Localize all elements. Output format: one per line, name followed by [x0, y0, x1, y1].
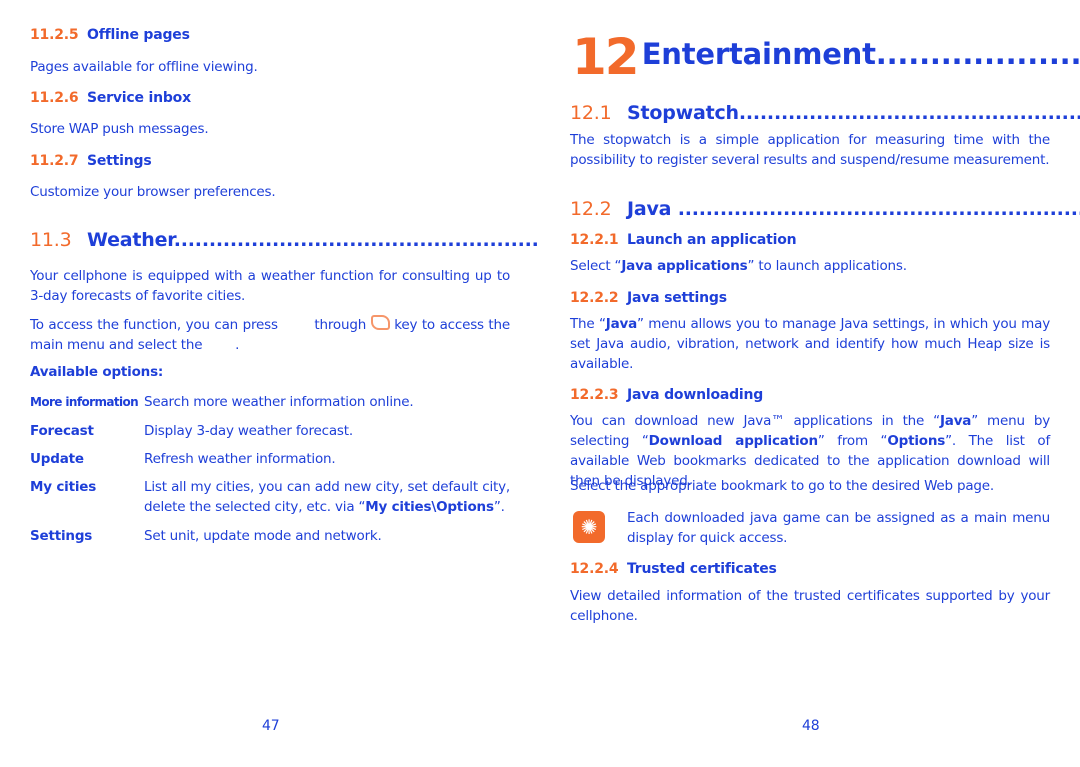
- tip-text: Each downloaded java game can be assigne…: [627, 510, 1050, 546]
- option-row: More information Search more weather info…: [30, 394, 414, 410]
- heading-12-2-2: 12.2.2 Java settings: [570, 290, 727, 306]
- options-label: Available options:: [30, 364, 164, 380]
- heading-12-2-4: 12.2.4 Trusted certificates: [570, 561, 777, 577]
- page-number: 48: [802, 718, 820, 734]
- text: Customize your browser preferences.: [30, 184, 276, 200]
- heading-12-2-1: 12.2.1 Launch an application: [570, 232, 797, 248]
- heading-11-3: 11.3 Weather.............................…: [30, 229, 539, 251]
- text: Pages available for offline viewing.: [30, 59, 258, 75]
- heading-11-2-6: 11.2.6 Service inbox: [30, 90, 191, 106]
- paragraph: The “Java” menu allows you to manage Jav…: [570, 316, 1050, 372]
- paragraph: The stopwatch is a simple application fo…: [570, 132, 1050, 168]
- option-row: Settings Set unit, update mode and networ…: [30, 528, 382, 544]
- option-row: My cities List all my cities, you can add…: [30, 479, 510, 515]
- paragraph: Select the appropriate bookmark to go to…: [570, 478, 994, 494]
- page-number: 47: [262, 718, 280, 734]
- option-row: Update Refresh weather information.: [30, 451, 336, 467]
- heading-12-1: 12.1 Stopwatch...........................…: [570, 102, 1080, 124]
- lightbulb-tip-icon: ✺: [573, 511, 605, 543]
- navigation-key-icon: [370, 315, 390, 330]
- heading-11-2-7: 11.2.7 Settings: [30, 153, 152, 169]
- chapter-title: 12 Entertainment...................: [572, 28, 1080, 86]
- paragraph: Your cellphone is equipped with a weathe…: [30, 268, 510, 304]
- paragraph: View detailed information of the trusted…: [570, 588, 1050, 624]
- heading-12-2: 12.2 Java ...............................…: [570, 198, 1080, 220]
- paragraph: Select “Java applications” to launch app…: [570, 258, 907, 274]
- paragraph: To access the function, you can press th…: [30, 315, 510, 353]
- heading-11-2-5: 11.2.5 Offline pages: [30, 27, 190, 43]
- heading-12-2-3: 12.2.3 Java downloading: [570, 387, 764, 403]
- text: Store WAP push messages.: [30, 121, 209, 137]
- option-row: Forecast Display 3-day weather forecast.: [30, 423, 353, 439]
